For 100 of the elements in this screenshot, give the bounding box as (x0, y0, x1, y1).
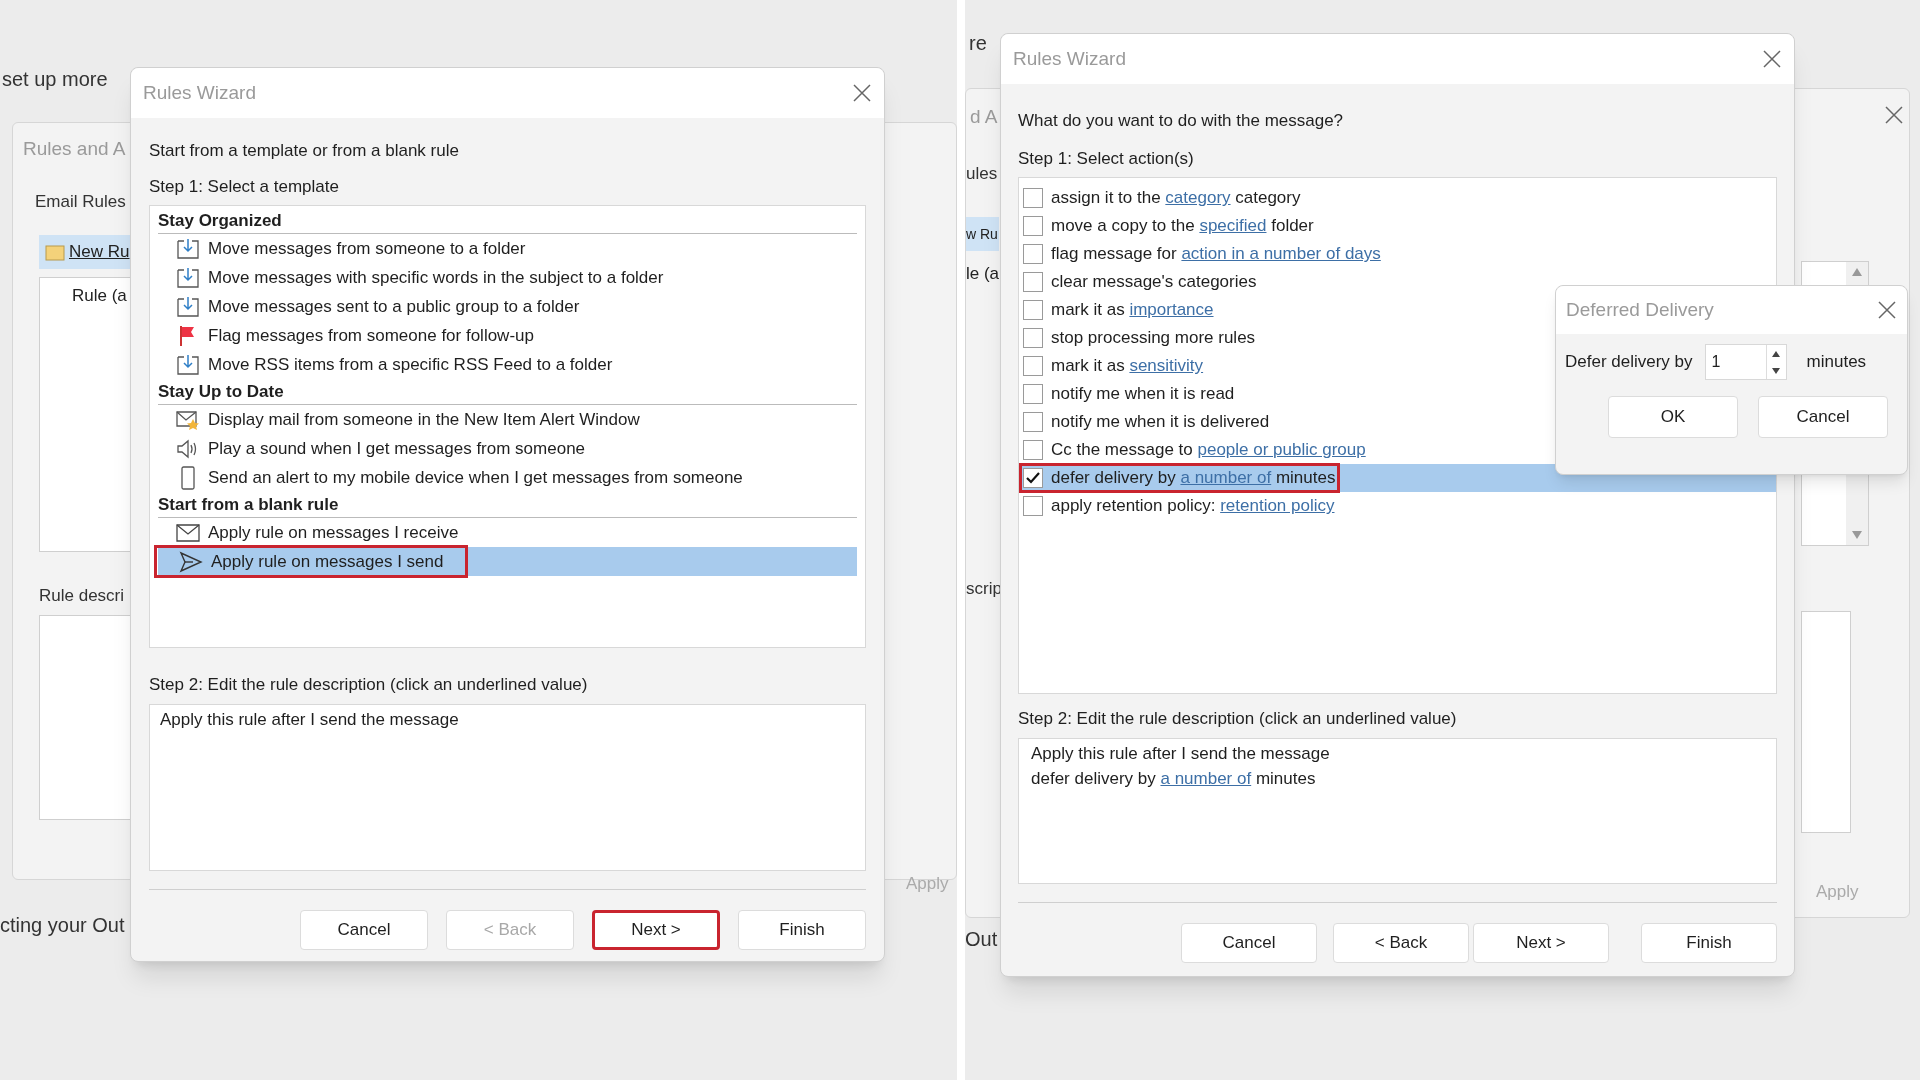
window-title: Rules and A (23, 137, 126, 161)
action-row[interactable]: move a copy to the specified folder (1019, 212, 1776, 240)
template-label: Move messages sent to a public group to a folder (208, 295, 580, 318)
checkbox[interactable] (1023, 216, 1043, 236)
action-label: clear message's categories (1051, 271, 1257, 294)
link[interactable]: importance (1129, 300, 1214, 320)
checkbox[interactable] (1023, 300, 1043, 320)
link[interactable]: retention policy (1220, 496, 1335, 516)
description-line: Apply this rule after I send the message (160, 708, 460, 731)
field-label: Defer delivery by (1565, 351, 1693, 374)
window-title: d A (970, 105, 998, 129)
template-item[interactable]: Apply rule on messages I receive (158, 518, 857, 547)
folder-arrow-icon (176, 294, 200, 319)
scroll-down-icon[interactable] (1852, 531, 1862, 539)
dialog-button[interactable]: Finish (738, 909, 866, 950)
new-rule-button[interactable]: w Ru (966, 217, 999, 251)
footer-text: cting your Out (0, 913, 125, 938)
window-heading: set up more (2, 67, 108, 92)
section-label: ules (966, 163, 998, 185)
close-icon[interactable] (1884, 105, 1904, 125)
action-label: apply retention policy: retention policy (1051, 495, 1335, 518)
description-line: Apply this rule after I send the message (1031, 742, 1331, 765)
checkbox[interactable] (1023, 384, 1043, 404)
checkbox[interactable] (1023, 272, 1043, 292)
folder-arrow-icon (176, 352, 200, 377)
template-label: Apply rule on messages I receive (208, 521, 459, 544)
template-item[interactable]: Move messages sent to a public group to a folder (158, 292, 857, 321)
close-icon[interactable] (1877, 300, 1897, 320)
link[interactable]: people or public group (1197, 440, 1366, 460)
action-label: mark it as sensitivity (1051, 355, 1204, 378)
action-row[interactable]: assign it to the category category (1019, 184, 1776, 212)
template-label: Move messages from someone to a folder (208, 237, 526, 260)
dialog-button[interactable]: Next > (592, 909, 720, 950)
intro-text: Start from a template or from a blank rule (149, 140, 460, 162)
action-label: mark it as importance (1051, 299, 1214, 322)
column-header: le (a (966, 263, 1000, 285)
close-icon[interactable] (1762, 49, 1782, 69)
action-label: assign it to the category category (1051, 187, 1301, 210)
dialog-button[interactable]: Finish (1641, 922, 1777, 963)
description-line: defer delivery by a number of minutes (1031, 767, 1317, 790)
action-label: move a copy to the specified folder (1051, 215, 1314, 238)
checkbox[interactable] (1023, 188, 1043, 208)
template-item[interactable]: Play a sound when I get messages from someone (158, 434, 857, 463)
window-title: Rules Wizard (143, 80, 256, 105)
folder-arrow-icon (176, 236, 200, 261)
dialog-button[interactable]: Cancel (1758, 396, 1888, 438)
unit-label: minutes (1806, 351, 1867, 374)
template-item[interactable]: Move messages with specific words in the subject to a folder (158, 263, 857, 292)
section-label: Rule descri (39, 585, 125, 607)
template-label: Flag messages from someone for follow-up (208, 324, 534, 347)
window-heading: re (969, 31, 987, 56)
dialog-button[interactable]: OK (1608, 396, 1738, 438)
scroll-up-icon[interactable] (1852, 268, 1862, 276)
dialog-button[interactable]: Cancel (300, 909, 428, 950)
template-item[interactable]: Move messages from someone to a folder (158, 234, 857, 263)
action-label: flag message for action in a number of days (1051, 243, 1381, 266)
dialog-button[interactable]: Cancel (1181, 922, 1317, 963)
link[interactable]: a number of (1160, 768, 1252, 788)
group-heading: Stay Organized (158, 208, 857, 234)
link[interactable]: specified (1199, 216, 1267, 236)
template-item[interactable]: Send an alert to my mobile device when I get messages from someone (158, 463, 857, 492)
step-label: Step 2: Edit the rule description (click an underlined value) (1018, 708, 1458, 730)
window-title: Rules Wizard (1013, 46, 1126, 71)
dialog-button[interactable]: < Back (1333, 922, 1469, 963)
template-item[interactable]: Move RSS items from a specific RSS Feed to a folder (158, 350, 857, 379)
action-row[interactable]: clear message's categories (1019, 268, 1776, 296)
close-icon[interactable] (852, 83, 872, 103)
action-row[interactable]: apply retention policy: retention policy (1019, 492, 1776, 520)
action-row[interactable]: flag message for action in a number of days (1019, 240, 1776, 268)
spin-down-icon[interactable] (1772, 367, 1781, 374)
template-item[interactable]: Display mail from someone in the New Item Alert Window (158, 405, 857, 434)
link[interactable]: sensitivity (1129, 356, 1204, 376)
checkbox[interactable] (1023, 468, 1043, 488)
window-title: Deferred Delivery (1566, 297, 1714, 322)
template-label: Play a sound when I get messages from someone (208, 437, 586, 460)
step-label: Step 1: Select a template (149, 175, 340, 198)
column-header: Rule (a (72, 285, 127, 307)
checkbox[interactable] (1023, 356, 1043, 376)
action-label: Cc the message to people or public group (1051, 439, 1366, 462)
group-heading: Stay Up to Date (158, 379, 857, 405)
checkbox[interactable] (1023, 328, 1043, 348)
link[interactable]: category (1165, 188, 1231, 208)
paper-plane-icon (179, 549, 203, 574)
dialog-button[interactable]: Next > (1473, 922, 1609, 963)
step-label: Step 1: Select action(s) (1018, 147, 1195, 170)
step-label: Step 2: Edit the rule description (click an underlined value) (149, 674, 589, 696)
template-label: Display mail from someone in the New Item Alert Window (208, 408, 640, 431)
spin-up-icon[interactable] (1772, 350, 1781, 357)
action-label: stop processing more rules (1051, 327, 1256, 350)
checkbox[interactable] (1023, 244, 1043, 264)
minutes-spinner[interactable]: 1 (1704, 344, 1787, 380)
action-label: defer delivery by a number of minutes (1051, 467, 1336, 490)
group-heading: Start from a blank rule (158, 492, 857, 518)
checkbox[interactable] (1023, 496, 1043, 516)
checkmark-icon (1026, 471, 1040, 485)
tab-label[interactable]: Email Rules (35, 189, 126, 215)
checkbox[interactable] (1023, 440, 1043, 460)
link[interactable]: action in a number of days (1181, 244, 1381, 264)
template-item[interactable]: Flag messages from someone for follow-up (158, 321, 857, 350)
checkbox[interactable] (1023, 412, 1043, 432)
